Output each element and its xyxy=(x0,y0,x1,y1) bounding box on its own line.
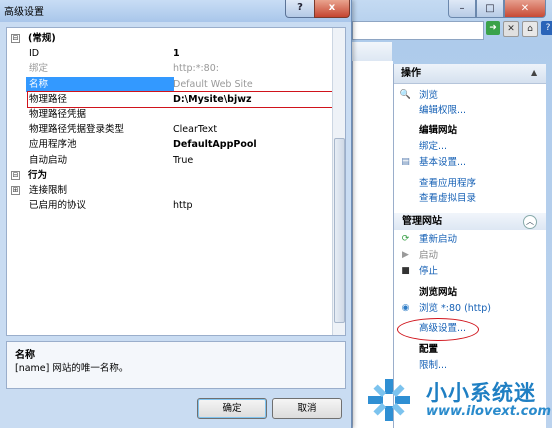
settings-icon: ▤ xyxy=(401,157,410,167)
property-value[interactable]: ClearText xyxy=(173,122,217,137)
toolbar-icons: ➜ ✕ ⌂ ? ▾ xyxy=(486,21,552,37)
property-value[interactable]: http xyxy=(173,198,193,213)
action-label: 绑定... xyxy=(419,141,448,152)
property-grid: ⊟ (常规) ID 1 绑定 http:*:80: 名称 Default Web Site 物理… xyxy=(6,27,346,336)
action-label: 编辑权限... xyxy=(419,105,467,116)
property-name: ID xyxy=(29,48,40,60)
scrollbar-thumb[interactable] xyxy=(334,138,345,323)
category-row[interactable]: ⊟ (常规) xyxy=(7,31,331,46)
browse-icon: 🔍 xyxy=(399,90,412,100)
advanced-settings-dialog: 高级设置 ? x ⊟ (常规) ID 1 绑定 http:*:80: 名称 Default W… xyxy=(0,0,352,428)
action-label: 浏览 *:80 (http) xyxy=(419,303,491,314)
action-group-heading: 浏览网站 xyxy=(394,285,546,300)
start-icon: ▶ xyxy=(402,250,409,260)
property-name: 已启用的协议 xyxy=(29,200,87,212)
property-row[interactable]: 已启用的协议 http xyxy=(7,198,331,213)
manage-site-label: 管理网站 xyxy=(402,216,442,227)
property-value[interactable]: http:*:80: xyxy=(173,61,219,76)
stop-icon: ■ xyxy=(401,266,410,276)
action-link[interactable]: ■ 停止 xyxy=(394,264,546,279)
collapse-icon[interactable]: ⊟ xyxy=(11,34,20,43)
maximize-button[interactable]: □ xyxy=(476,0,504,18)
window-controls: – □ ✕ xyxy=(448,0,546,18)
property-row[interactable]: 应用程序池 DefaultAppPool xyxy=(7,137,331,152)
close-button[interactable]: x xyxy=(314,0,350,18)
description-text: [name] 网站的唯一名称。 xyxy=(15,363,129,374)
action-link[interactable]: ◉ 浏览 *:80 (http) xyxy=(394,301,546,316)
watermark-logo-icon xyxy=(368,379,410,421)
property-row[interactable]: 物理路径凭据登录类型 ClearText xyxy=(7,122,331,137)
action-link[interactable]: 🔍 浏览 xyxy=(394,88,546,103)
go-icon[interactable]: ➜ xyxy=(486,21,500,35)
window-close-button[interactable]: ✕ xyxy=(504,0,546,18)
property-row[interactable]: 绑定 http:*:80: xyxy=(7,61,331,76)
action-link[interactable]: ⟳ 重新启动 xyxy=(394,232,546,247)
action-link[interactable]: 绑定... xyxy=(394,139,546,154)
collapse-icon[interactable]: ⊟ xyxy=(11,170,20,180)
property-value[interactable]: True xyxy=(173,153,193,168)
watermark-url: www.ilovext.com xyxy=(426,404,551,419)
description-title: 名称 xyxy=(15,350,35,361)
description-panel: 名称 [name] 网站的唯一名称。 xyxy=(6,341,346,389)
content-header xyxy=(352,42,392,62)
help-icon[interactable]: ? xyxy=(541,21,552,35)
expand-icon[interactable]: ⊞ xyxy=(11,186,20,195)
category-label: 行为 xyxy=(28,169,48,181)
browse-site-icon: ◉ xyxy=(401,303,410,313)
dialog-title: 高级设置 xyxy=(4,7,44,18)
collapse-icon[interactable]: ︿ xyxy=(523,215,537,229)
action-label: 查看应用程序 xyxy=(419,178,477,189)
action-label: 配置 xyxy=(419,344,439,355)
action-link[interactable]: ▶ 启动 xyxy=(394,248,546,263)
action-label: 编辑网站 xyxy=(419,125,458,136)
annotation-rectangle xyxy=(27,91,336,108)
home-icon[interactable]: ⌂ xyxy=(522,21,538,37)
help-button[interactable]: ? xyxy=(285,0,315,18)
dialog-titlebar: 高级设置 ? x xyxy=(0,0,351,22)
property-name: 应用程序池 xyxy=(29,139,77,151)
property-row[interactable]: 物理路径凭据 xyxy=(7,107,331,122)
ok-button[interactable]: 确定 xyxy=(197,398,267,419)
property-row[interactable]: ⊞ 连接限制 xyxy=(7,183,331,198)
property-name: 连接限制 xyxy=(29,185,68,196)
action-label: 浏览网站 xyxy=(419,287,458,298)
restart-icon: ⟳ xyxy=(401,234,410,244)
watermark-brand: 小小系统迷 xyxy=(426,381,536,405)
property-name: 绑定 xyxy=(29,63,49,75)
action-label: 浏览 xyxy=(419,90,439,101)
minimize-button[interactable]: – xyxy=(448,0,476,18)
watermark: 小小系统迷 www.ilovext.com xyxy=(364,371,552,428)
address-bar[interactable] xyxy=(352,21,484,40)
grid-scrollbar[interactable] xyxy=(332,28,345,335)
actions-header: 操作 xyxy=(394,64,546,84)
stop-nav-icon[interactable]: ✕ xyxy=(503,21,519,37)
property-value[interactable]: Default Web Site xyxy=(173,77,253,92)
action-link[interactable]: 查看应用程序 xyxy=(394,176,546,191)
cancel-button[interactable]: 取消 xyxy=(272,398,342,419)
property-row[interactable]: 名称 Default Web Site xyxy=(7,76,331,92)
annotation-ellipse xyxy=(397,318,479,341)
action-link[interactable]: 查看虚拟目录 xyxy=(394,191,546,206)
manage-site-section: 管理网站 ︿ xyxy=(394,213,546,230)
property-row[interactable]: ID 1 xyxy=(7,46,331,61)
property-name: 物理路径凭据 xyxy=(29,109,87,120)
scroll-up-icon[interactable]: ▲ xyxy=(531,68,537,77)
action-link[interactable]: ▤ 基本设置... xyxy=(394,155,546,170)
property-row[interactable]: 自动启动 True xyxy=(7,153,331,168)
property-name: 自动启动 xyxy=(29,154,68,166)
action-link[interactable]: 编辑权限... xyxy=(394,103,546,118)
property-value[interactable]: 1 xyxy=(173,46,180,61)
category-label: (常规) xyxy=(28,33,56,44)
action-group-heading: 配置 xyxy=(394,342,546,357)
action-label: 重新启动 xyxy=(419,234,458,245)
property-value[interactable]: DefaultAppPool xyxy=(173,137,257,152)
action-label: 启动 xyxy=(419,250,439,261)
action-label: 基本设置... xyxy=(419,157,467,168)
action-label: 停止 xyxy=(419,266,439,277)
property-name: 物理路径凭据登录类型 xyxy=(29,124,125,136)
category-row[interactable]: ⊟ 行为 xyxy=(7,168,331,183)
property-name: 名称 xyxy=(26,76,174,92)
action-group-heading: 编辑网站 xyxy=(394,123,546,138)
action-label: 查看虚拟目录 xyxy=(419,193,477,204)
